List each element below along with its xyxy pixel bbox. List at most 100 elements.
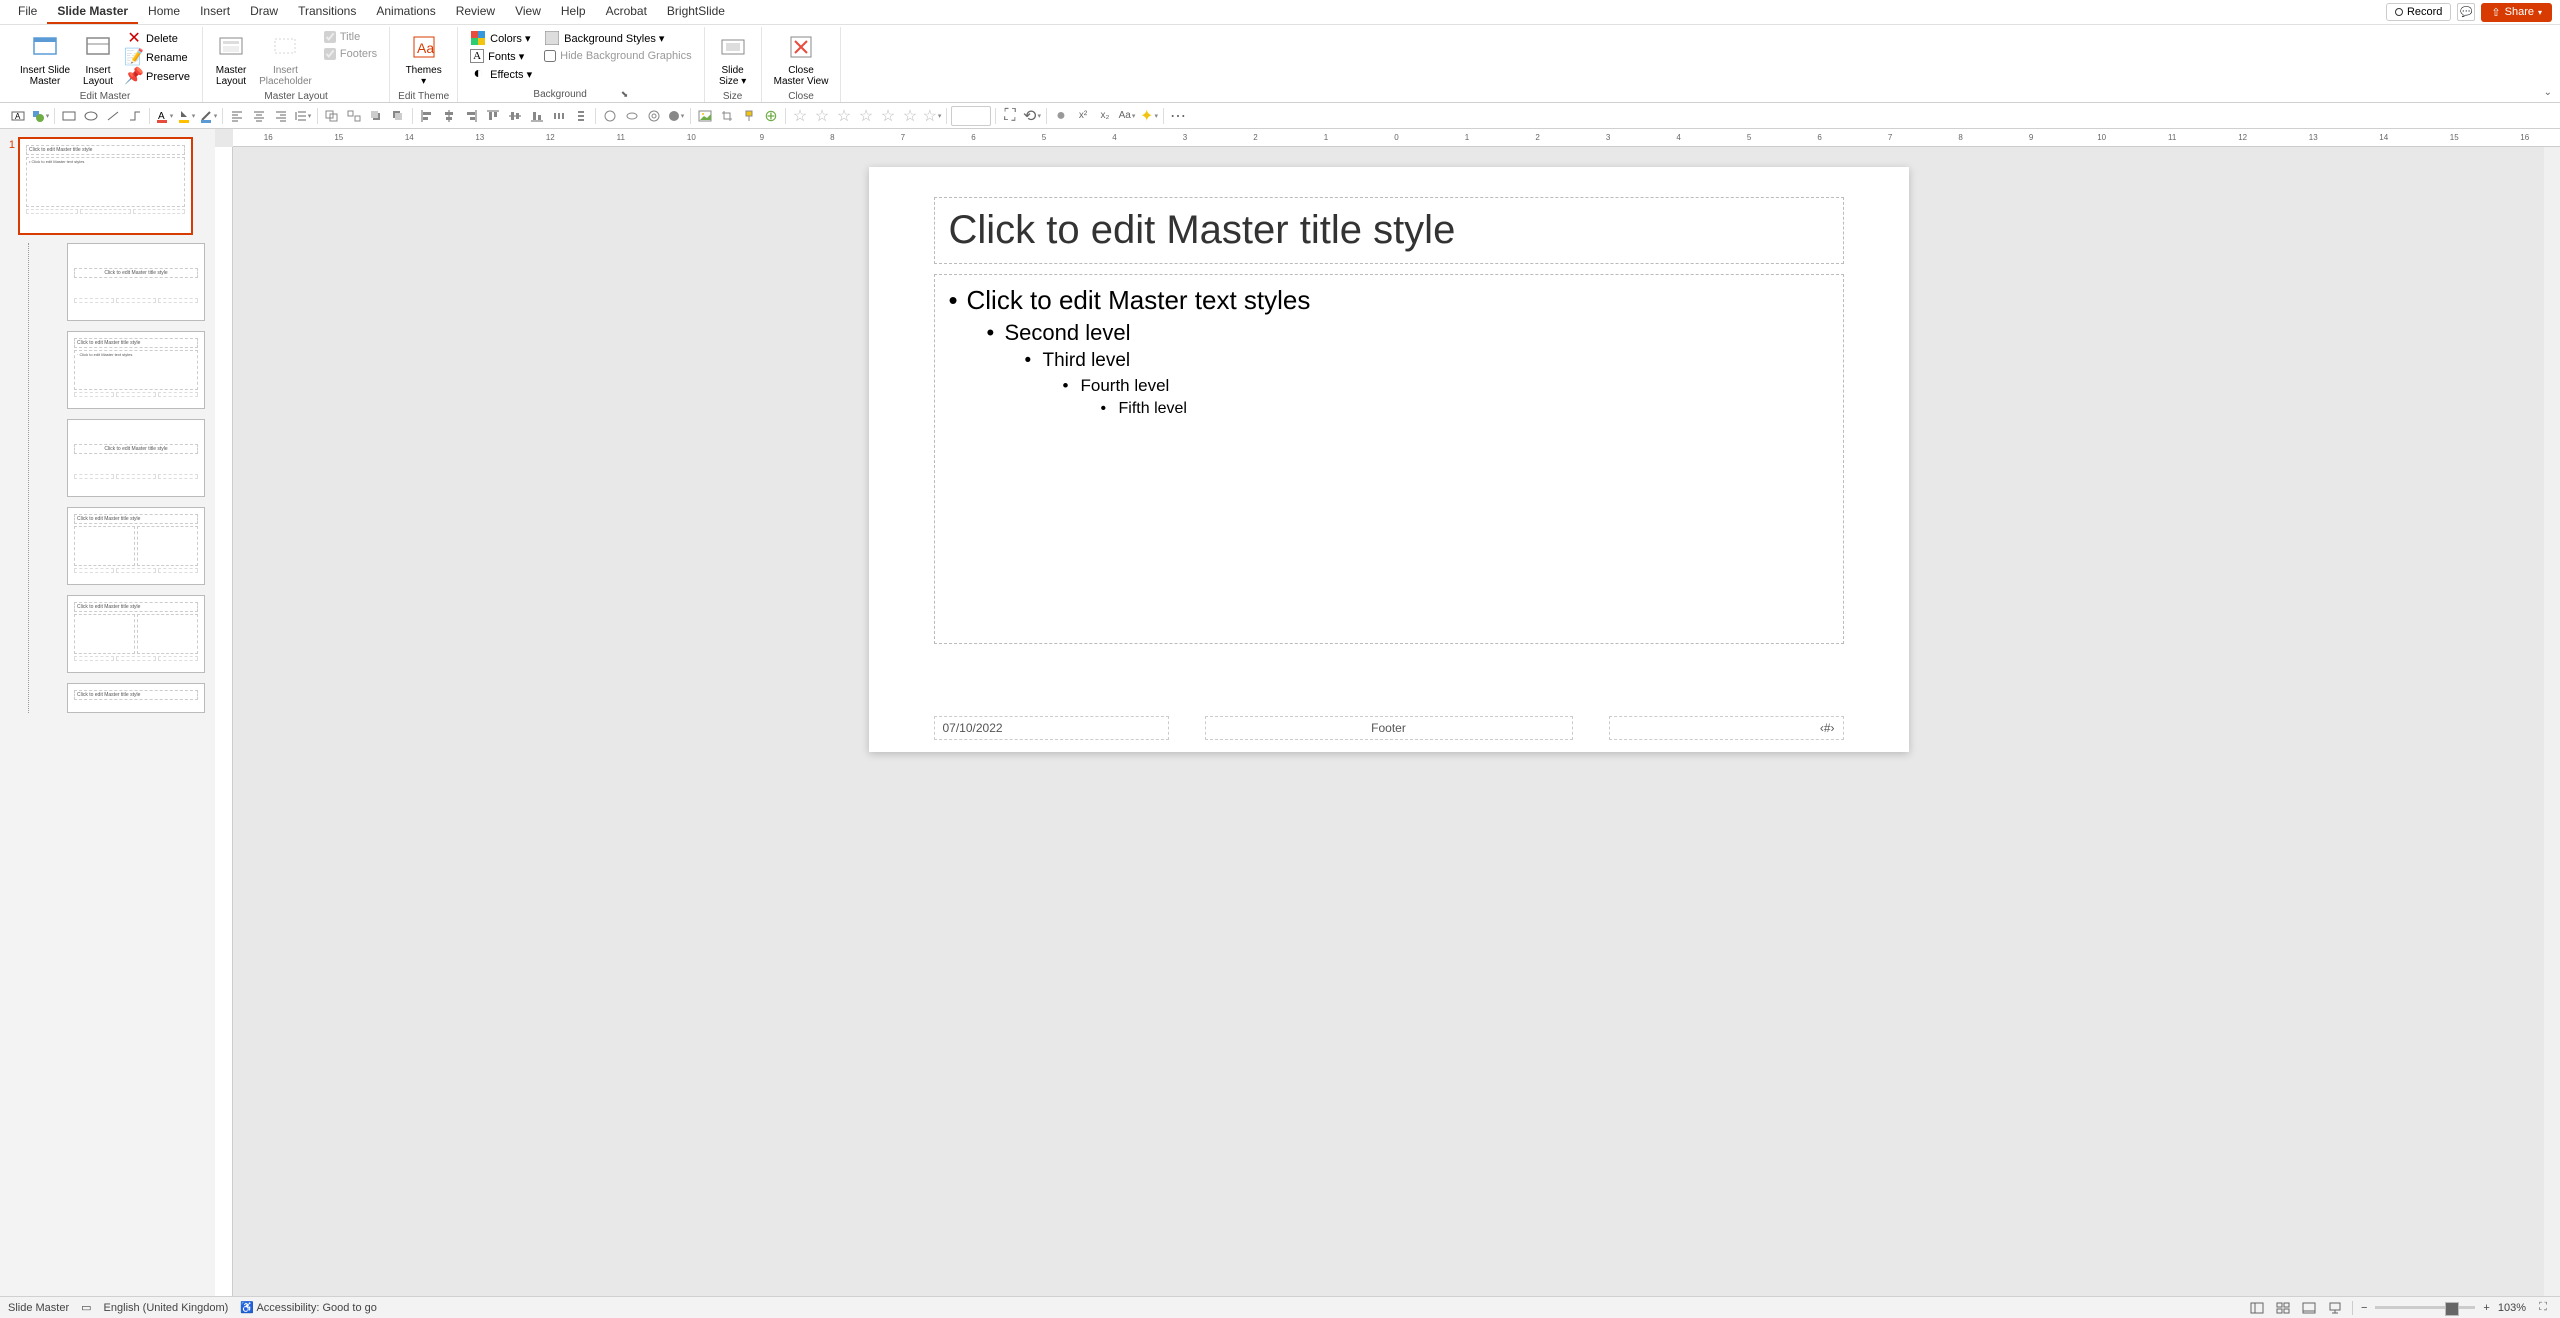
footer-placeholder[interactable]: Footer <box>1205 716 1573 740</box>
textbox-icon[interactable]: A <box>8 106 28 126</box>
rotate-icon[interactable]: ⟲ <box>1022 106 1042 126</box>
share-button[interactable]: ⇧ Share ▾ <box>2481 3 2552 22</box>
shape-more-icon[interactable] <box>666 106 686 126</box>
zoom-out-button[interactable]: − <box>2361 1302 2367 1314</box>
tab-help[interactable]: Help <box>551 0 596 24</box>
rename-button[interactable]: 📝 Rename <box>122 48 194 66</box>
eyedropper-icon[interactable]: ⊕ <box>761 106 781 126</box>
tab-review[interactable]: Review <box>446 0 505 24</box>
star2-icon[interactable]: ☆ <box>812 106 832 126</box>
fill-color-icon[interactable] <box>176 106 196 126</box>
effects-button[interactable]: ◐ Effects ▾ <box>466 65 536 83</box>
notes-icon[interactable]: ▭ <box>81 1301 91 1314</box>
hide-bg-checkbox[interactable]: Hide Background Graphics <box>540 48 695 64</box>
ungroup-icon[interactable] <box>344 106 364 126</box>
title-placeholder[interactable]: Click to edit Master title style <box>934 197 1844 264</box>
themes-button[interactable]: Aa Themes▾ <box>402 29 446 89</box>
tab-brightslide[interactable]: BrightSlide <box>657 0 735 24</box>
insert-layout-button[interactable]: Insert Layout <box>78 29 118 89</box>
delete-button[interactable]: ✕ Delete <box>122 29 194 47</box>
layout-thumbnail-2[interactable]: Click to edit Master title style · Click… <box>67 331 205 409</box>
layout-thumbnail-3[interactable]: Click to edit Master title style <box>67 419 205 497</box>
slide-master-canvas[interactable]: Click to edit Master title style Click t… <box>869 167 1909 752</box>
line-icon[interactable] <box>103 106 123 126</box>
bring-forward-icon[interactable] <box>366 106 386 126</box>
title-checkbox[interactable]: Title <box>320 29 381 45</box>
highlight-icon[interactable]: ✦ <box>1139 106 1159 126</box>
send-backward-icon[interactable] <box>388 106 408 126</box>
close-master-view-button[interactable]: Close Master View <box>770 29 833 89</box>
shapes-icon[interactable] <box>30 106 50 126</box>
oval-icon[interactable] <box>81 106 101 126</box>
more-commands-icon[interactable]: ⋯ <box>1168 106 1188 126</box>
vertical-scrollbar[interactable] <box>2544 147 2560 1296</box>
tab-home[interactable]: Home <box>138 0 190 24</box>
shShape-oval-icon[interactable] <box>622 106 642 126</box>
master-thumbnail[interactable]: Click to edit Master title style • Click… <box>18 137 193 235</box>
width-input[interactable] <box>951 106 991 126</box>
hide-bg-checkbox-input[interactable] <box>544 50 556 62</box>
preserve-button[interactable]: 📌 Preserve <box>122 67 194 85</box>
slide-size-button[interactable]: Slide Size ▾ <box>713 29 753 89</box>
tab-transitions[interactable]: Transitions <box>288 0 366 24</box>
align-right-icon[interactable] <box>271 106 291 126</box>
record-button[interactable]: Record <box>2386 3 2451 21</box>
comments-button[interactable]: 💬 <box>2457 3 2475 21</box>
title-checkbox-input[interactable] <box>324 31 336 43</box>
colors-button[interactable]: Colors ▾ <box>466 29 536 47</box>
zoom-in-button[interactable]: + <box>2483 1302 2489 1314</box>
shape-donut-icon[interactable] <box>644 106 664 126</box>
circle2-icon[interactable]: ● <box>1051 106 1071 126</box>
star-more-icon[interactable]: ☆ <box>922 106 942 126</box>
align-obj-bottom-icon[interactable] <box>527 106 547 126</box>
star5-icon[interactable]: ☆ <box>878 106 898 126</box>
crop-icon[interactable] <box>717 106 737 126</box>
zoom-level[interactable]: 103% <box>2498 1302 2526 1314</box>
change-case-icon[interactable]: Aa <box>1117 106 1137 126</box>
picture-icon[interactable] <box>695 106 715 126</box>
tab-view[interactable]: View <box>505 0 551 24</box>
body-placeholder[interactable]: Click to edit Master text styles Second … <box>934 274 1844 644</box>
normal-view-button[interactable] <box>2248 1300 2266 1316</box>
subscript-icon[interactable]: x₂ <box>1095 106 1115 126</box>
shape-circle-icon[interactable] <box>600 106 620 126</box>
layout-thumbnail-5[interactable]: Click to edit Master title style <box>67 595 205 673</box>
align-obj-top-icon[interactable] <box>483 106 503 126</box>
ribbon-collapse-button[interactable]: ⌄ <box>2544 87 2552 98</box>
date-placeholder[interactable]: 07/10/2022 <box>934 716 1169 740</box>
align-obj-left-icon[interactable] <box>417 106 437 126</box>
layout-thumbnail-6[interactable]: Click to edit Master title style <box>67 683 205 713</box>
star4-icon[interactable]: ☆ <box>856 106 876 126</box>
superscript-icon[interactable]: x² <box>1073 106 1093 126</box>
align-obj-center-icon[interactable] <box>439 106 459 126</box>
thumbnail-panel[interactable]: 1 Click to edit Master title style • Cli… <box>0 129 215 1296</box>
fit-to-window-button[interactable]: ⛶ <box>2534 1300 2552 1316</box>
star3-icon[interactable]: ☆ <box>834 106 854 126</box>
rectangle-icon[interactable] <box>59 106 79 126</box>
font-color-icon[interactable]: A <box>154 106 174 126</box>
star6-icon[interactable]: ☆ <box>900 106 920 126</box>
tab-file[interactable]: File <box>8 0 47 24</box>
format-painter-icon[interactable] <box>739 106 759 126</box>
slideshow-view-button[interactable] <box>2326 1300 2344 1316</box>
slide-number-placeholder[interactable]: ‹#› <box>1609 716 1844 740</box>
footers-checkbox[interactable]: Footers <box>320 46 381 62</box>
layout-thumbnail-1[interactable]: Click to edit Master title style <box>67 243 205 321</box>
distribute-v-icon[interactable] <box>571 106 591 126</box>
align-obj-middle-icon[interactable] <box>505 106 525 126</box>
align-obj-right-icon[interactable] <box>461 106 481 126</box>
outline-color-icon[interactable] <box>198 106 218 126</box>
distribute-h-icon[interactable] <box>549 106 569 126</box>
footers-checkbox-input[interactable] <box>324 48 336 60</box>
tab-animations[interactable]: Animations <box>366 0 445 24</box>
tab-slide-master[interactable]: Slide Master <box>47 0 138 24</box>
crop2-icon[interactable]: ⛶ <box>1000 106 1020 126</box>
accessibility-status[interactable]: ♿ Accessibility: Good to go <box>240 1301 377 1314</box>
status-language[interactable]: English (United Kingdom) <box>104 1302 229 1314</box>
star1-icon[interactable]: ☆ <box>790 106 810 126</box>
zoom-slider[interactable] <box>2375 1306 2475 1309</box>
tab-insert[interactable]: Insert <box>190 0 240 24</box>
sorter-view-button[interactable] <box>2274 1300 2292 1316</box>
group-icon[interactable] <box>322 106 342 126</box>
tab-acrobat[interactable]: Acrobat <box>596 0 657 24</box>
